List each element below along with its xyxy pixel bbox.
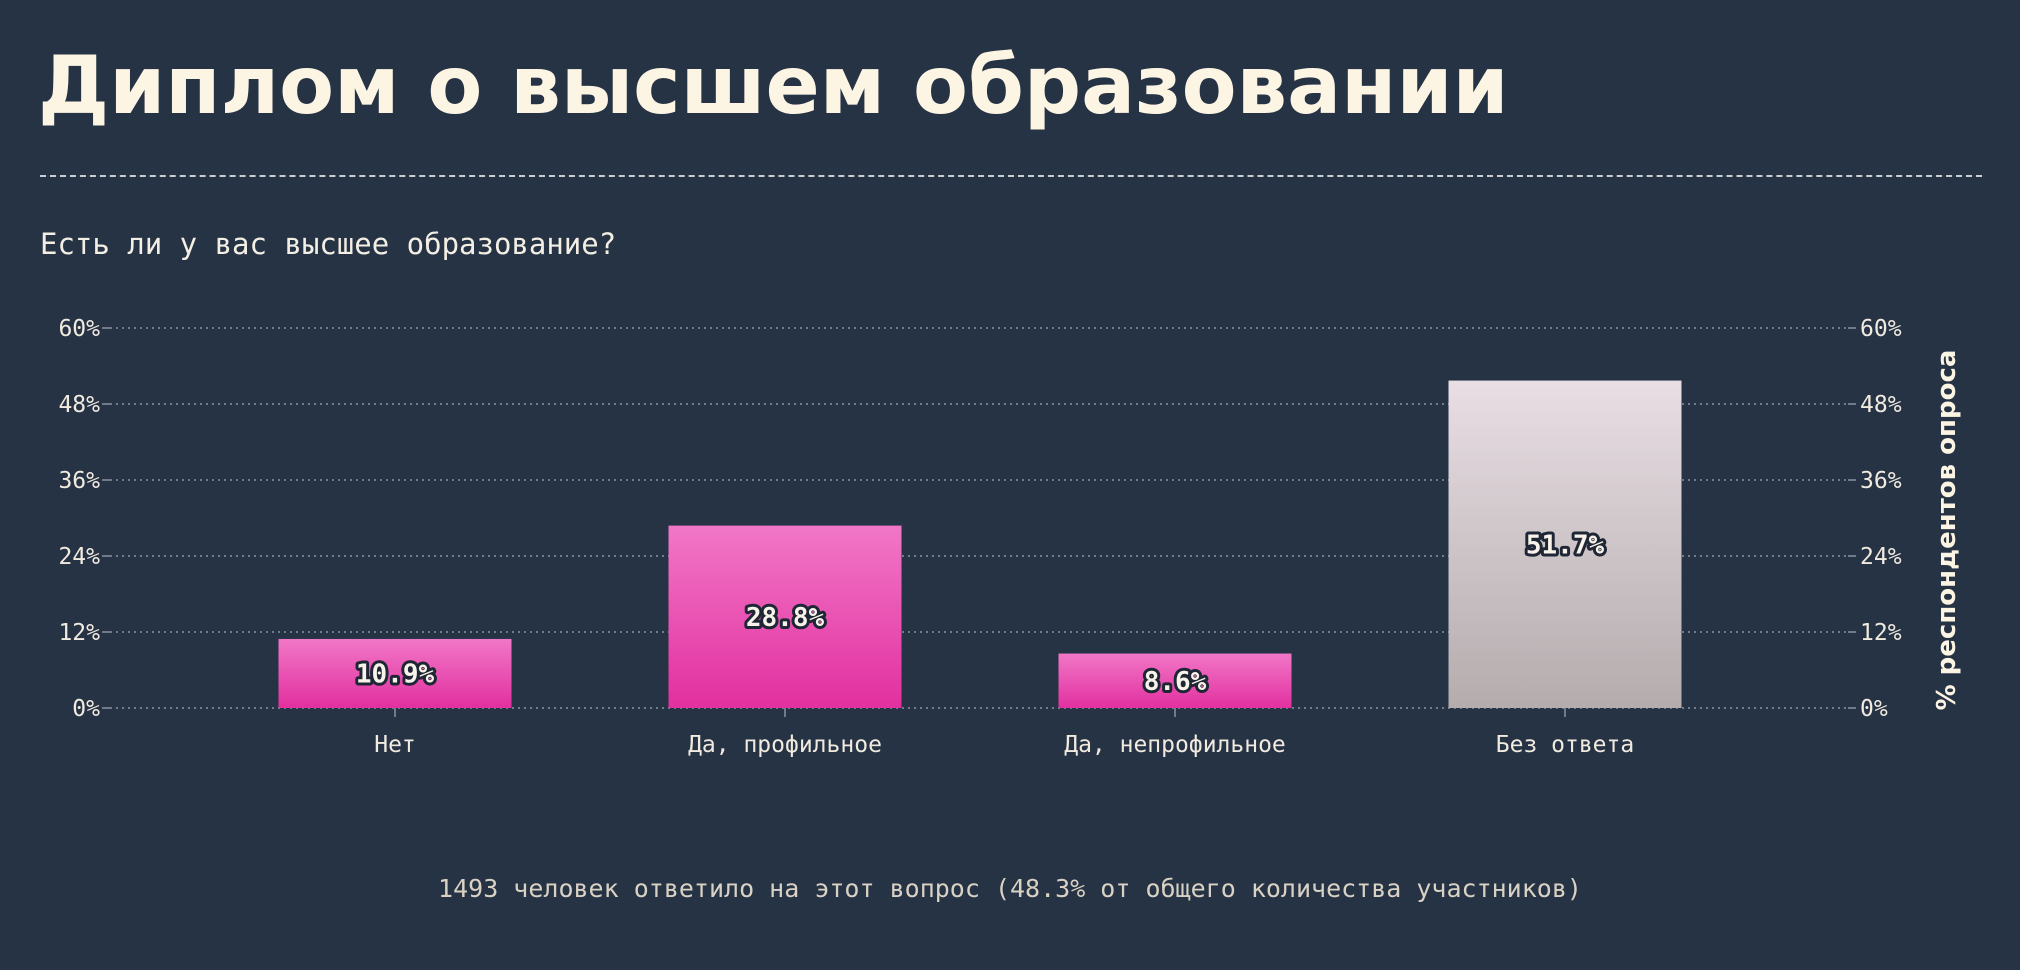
bar-chart: 0% 12% 24% 36% 48% 60% 0% 12% 24% 36% 48% 60% Нет Д… [58,316,1962,758]
data-label: 51.7% [1526,530,1605,560]
x-tick-label: Да, непрофильное [1064,732,1286,758]
y-tick-label-left: 36% [58,468,100,494]
y-axis-left: 0% 12% 24% 36% 48% 60% [58,316,110,722]
data-label: 8.6% [1144,667,1207,697]
y-tick-label-right: 0% [1860,696,1888,722]
y-tick-label-left: 24% [58,544,100,570]
data-label: 28.8% [746,603,825,633]
x-tick-label: Да, профильное [688,732,882,758]
x-tick-label: Нет [374,732,416,758]
x-tick-label: Без ответа [1496,732,1634,758]
x-axis: Нет Да, профильное Да, непрофильное Без отв… [374,708,1634,758]
y-tick-label-left: 48% [58,392,100,418]
y-tick-label-right: 36% [1860,468,1902,494]
response-count-note: 1493 человек ответило на этот вопрос (48… [438,874,1582,903]
y-tick-label-left: 60% [58,316,100,342]
y-axis-right: 0% 12% 24% 36% 48% 60% [1848,316,1902,722]
y-tick-label-left: 0% [72,696,100,722]
bars [278,380,1682,708]
y-tick-label-left: 12% [58,620,100,646]
y-axis-title: % респондентов опроса [1932,350,1962,711]
chart-page: Диплом о высшем образовании Есть ли у ва… [0,0,2020,970]
y-tick-label-right: 60% [1860,316,1902,342]
y-tick-label-right: 24% [1860,544,1902,570]
data-label: 10.9% [356,659,435,689]
y-tick-label-right: 12% [1860,620,1902,646]
y-tick-label-right: 48% [1860,392,1902,418]
